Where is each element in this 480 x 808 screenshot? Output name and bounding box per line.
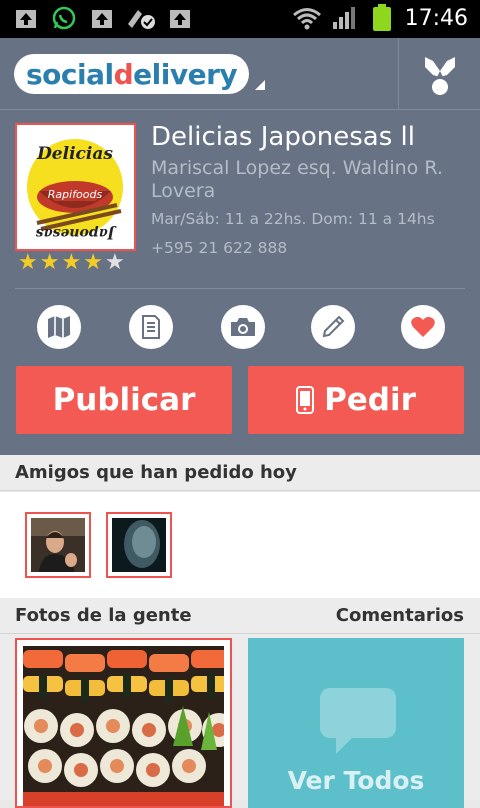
friends-section-header: Amigos que han pedido hoy: [0, 455, 480, 491]
map-button[interactable]: [37, 305, 81, 349]
photos-section-header: Fotos de la gente Comentarios: [0, 598, 480, 634]
menu-button[interactable]: [129, 305, 173, 349]
publicar-label: Publicar: [52, 382, 196, 418]
people-photo[interactable]: [15, 638, 232, 808]
pencil-icon: [322, 315, 345, 338]
logo-text-d: d: [113, 57, 134, 91]
restaurant-header: Delicias Rapifoods Japonesas ★ ★ ★ ★ ★ D…: [0, 110, 480, 455]
rating-stars: ★ ★ ★ ★ ★: [18, 250, 127, 276]
clock: 17:46: [404, 6, 468, 31]
logo-text-delicias: Delicias: [36, 144, 113, 164]
menu-document-icon: [142, 315, 160, 339]
app-logo[interactable]: social d elivery: [14, 54, 266, 94]
camera-button[interactable]: [221, 305, 265, 349]
friends-list: [0, 492, 480, 598]
restaurant-logo[interactable]: Delicias Rapifoods Japonesas: [15, 123, 136, 251]
satellite-icon: [128, 10, 155, 29]
restaurant-logo-image: Delicias Rapifoods Japonesas: [17, 125, 134, 249]
upload-notification-icon: [170, 10, 190, 28]
publicar-button[interactable]: Publicar: [16, 366, 232, 434]
profile-button[interactable]: [404, 44, 476, 104]
friends-section-title: Amigos que han pedido hoy: [15, 462, 297, 483]
star-filled-icon: ★: [39, 250, 60, 275]
speech-bubble-icon: [320, 688, 396, 754]
restaurant-phone[interactable]: +595 21 622 888: [151, 239, 287, 257]
restaurant-name: Delicias Japonesas ll: [151, 122, 415, 152]
star-filled-icon: ★: [61, 250, 82, 275]
sushi-photo: [23, 646, 230, 806]
signal-icon: [333, 7, 355, 29]
map-icon: [48, 316, 70, 338]
logo-text-japonesas: Japonesas: [36, 225, 118, 241]
user-profile-icon: [425, 57, 455, 95]
logo-text-elivery: elivery: [133, 57, 238, 91]
comments-section-title: Comentarios: [335, 605, 464, 626]
friend-avatar[interactable]: [25, 512, 91, 578]
camera-icon: [231, 318, 255, 336]
logo-text-rapifoods: Rapifoods: [48, 188, 103, 201]
star-filled-icon: ★: [18, 250, 38, 275]
appbar-divider: [398, 38, 399, 110]
pedir-label: Pedir: [324, 382, 416, 418]
star-filled-icon: ★: [83, 250, 103, 275]
heart-icon: [411, 316, 435, 337]
logo-text-social: social: [26, 57, 114, 91]
photos-area: Ver Todos: [0, 634, 480, 808]
phone-icon: [296, 386, 315, 414]
battery-icon: [373, 4, 391, 31]
restaurant-hours: Mar/Sáb: 11 a 22hs. Dom: 11 a 14hs: [151, 210, 435, 228]
restaurant-address: Mariscal Lopez esq. Waldino R. Lovera: [151, 157, 443, 202]
comments-tile[interactable]: Ver Todos: [248, 638, 464, 808]
avatar-photo: [31, 518, 85, 572]
logo-wordmark: social d elivery: [14, 54, 250, 94]
ver-todos-label: Ver Todos: [287, 766, 425, 795]
star-empty-icon: ★: [104, 250, 125, 275]
friend-avatar[interactable]: [106, 512, 172, 578]
upload-notification-icon: [16, 10, 36, 28]
avatar-photo: [112, 518, 166, 572]
status-bar: 17:46: [0, 0, 480, 38]
app-bar: social d elivery: [0, 38, 480, 110]
header-divider: [15, 288, 465, 289]
photos-section-title: Fotos de la gente: [15, 605, 192, 626]
pedir-button[interactable]: Pedir: [248, 366, 464, 434]
write-review-button[interactable]: [311, 305, 355, 349]
upload-notification-icon: [92, 10, 112, 28]
wifi-icon: [293, 8, 321, 30]
whatsapp-icon: [52, 6, 76, 30]
dropdown-caret-icon: [255, 80, 266, 90]
favorite-button[interactable]: [401, 305, 445, 349]
